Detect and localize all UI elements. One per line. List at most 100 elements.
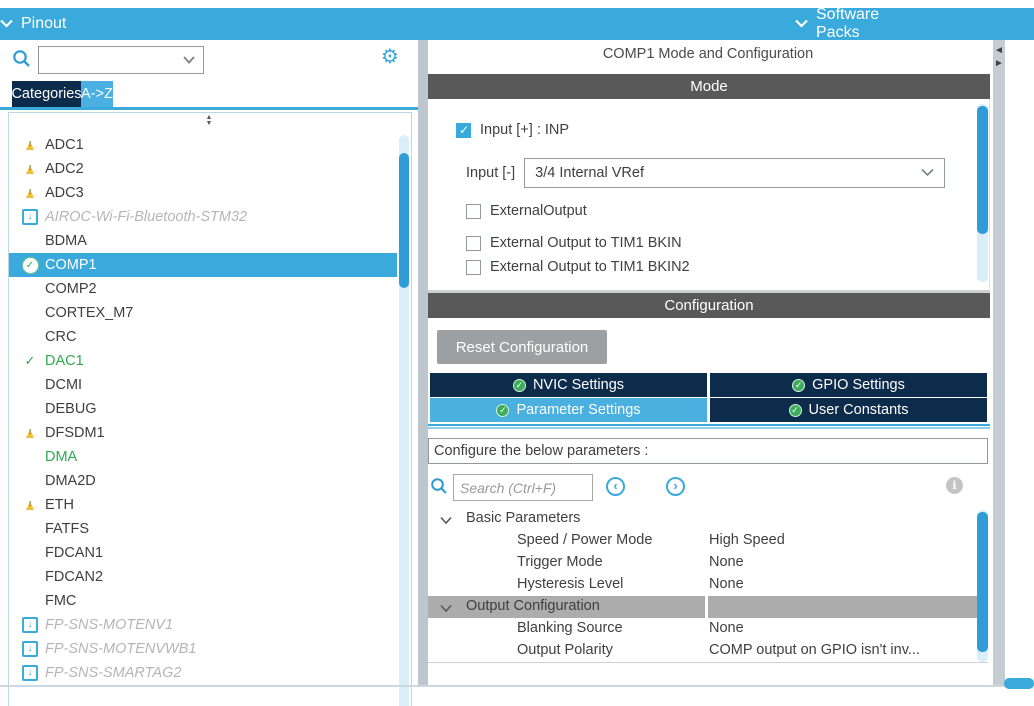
- list-item[interactable]: CORTEX_M7: [9, 301, 397, 325]
- list-item[interactable]: DFSDM1: [9, 421, 397, 445]
- collapse-left-icon[interactable]: ◄: [994, 44, 1004, 57]
- configuration-tab[interactable]: ✓ Parameter Settings: [430, 398, 707, 422]
- list-item-label: ADC1: [45, 137, 84, 153]
- horizontal-scrollbar-thumb[interactable]: [1004, 678, 1034, 689]
- sort-toggle-icon[interactable]: ▲▼: [199, 115, 219, 127]
- parameter-search-input[interactable]: [453, 474, 593, 501]
- list-item[interactable]: BDMA: [9, 229, 397, 253]
- parameter-row[interactable]: Trigger Mode None: [428, 552, 988, 574]
- list-item[interactable]: DMA: [9, 445, 397, 469]
- parameter-value[interactable]: None: [709, 554, 744, 570]
- info-icon[interactable]: i: [946, 477, 963, 494]
- mode-scrollbar-thumb[interactable]: [977, 106, 988, 234]
- mode-option-row[interactable]: External Output to TIM1 BKIN2: [466, 255, 989, 279]
- mode-option-row[interactable]: Input [+] : INP: [456, 115, 989, 145]
- list-item[interactable]: FDCAN2: [9, 565, 397, 589]
- panel-divider[interactable]: [418, 40, 428, 686]
- list-item[interactable]: DMA2D: [9, 469, 397, 493]
- list-item[interactable]: FDCAN1: [9, 541, 397, 565]
- download-icon: [19, 641, 41, 657]
- list-item-label: ADC3: [45, 185, 84, 201]
- list-item[interactable]: COMP2: [9, 277, 397, 301]
- list-item[interactable]: FP-SNS-MOTENVWB1: [9, 637, 397, 661]
- item-icon: [19, 281, 41, 297]
- list-item[interactable]: ADC2: [9, 157, 397, 181]
- gear-icon[interactable]: ⚙: [381, 45, 399, 67]
- warning-icon: [19, 497, 41, 513]
- list-item-label: COMP1: [45, 257, 97, 273]
- list-item[interactable]: COMP1: [9, 253, 397, 277]
- download-icon: [19, 209, 41, 225]
- panel-splitter[interactable]: ◄ ►: [993, 40, 1005, 686]
- parameter-label: Basic Parameters: [466, 510, 580, 526]
- checkbox[interactable]: [456, 123, 471, 138]
- left-tab[interactable]: A->Z: [81, 81, 113, 107]
- list-item[interactable]: FMC: [9, 589, 397, 613]
- parameter-row[interactable]: Speed / Power Mode High Speed: [428, 530, 988, 552]
- checkbox[interactable]: [466, 236, 481, 251]
- chevron-down-icon[interactable]: [440, 513, 452, 529]
- mode-section-header[interactable]: Mode: [428, 74, 990, 99]
- list-item[interactable]: ADC3: [9, 181, 397, 205]
- parameter-value[interactable]: High Speed: [709, 532, 785, 548]
- mode-option-row[interactable]: External Output to TIM1 BKIN: [466, 231, 989, 255]
- mode-option-label: External Output to TIM1 BKIN: [490, 235, 682, 251]
- parameter-value[interactable]: None: [709, 620, 744, 636]
- list-item-label: FDCAN1: [45, 545, 103, 561]
- parameter-value[interactable]: COMP output on GPIO isn't inv...: [709, 642, 920, 658]
- previous-match-button[interactable]: ‹: [606, 477, 625, 496]
- chevron-down-icon[interactable]: [440, 601, 452, 617]
- item-icon: [19, 545, 41, 561]
- list-item[interactable]: DAC1: [9, 349, 397, 373]
- check-icon: [19, 353, 41, 369]
- list-item[interactable]: AIROC-Wi-Fi-Bluetooth-STM32: [9, 205, 397, 229]
- list-item[interactable]: DCMI: [9, 373, 397, 397]
- checkbox[interactable]: [466, 204, 481, 219]
- list-item-label: AIROC-Wi-Fi-Bluetooth-STM32: [45, 209, 247, 225]
- list-item[interactable]: FATFS: [9, 517, 397, 541]
- mode-section-body: Input [+] : INP Input [-] 3/4 Internal V…: [428, 99, 990, 289]
- mode-option-row[interactable]: Input [-] 3/4 Internal VRef: [466, 161, 989, 185]
- peripheral-search-input[interactable]: [43, 48, 183, 72]
- list-item[interactable]: FP-SNS-SMARTAG2: [9, 661, 397, 685]
- list-scrollbar-thumb[interactable]: [399, 153, 409, 288]
- peripheral-search-combobox[interactable]: [38, 46, 204, 74]
- parameter-value[interactable]: None: [709, 576, 744, 592]
- checkbox[interactable]: [466, 260, 481, 275]
- chevron-down-icon[interactable]: [183, 51, 195, 69]
- list-item[interactable]: ADC1: [9, 133, 397, 157]
- check-badge-icon: ✓: [496, 404, 509, 417]
- chevron-down-icon: [0, 15, 13, 33]
- mode-option-row[interactable]: ExternalOutput: [466, 199, 989, 223]
- tree-scrollbar-thumb[interactable]: [977, 512, 988, 652]
- configuration-section-header[interactable]: Configuration: [428, 290, 990, 318]
- mode-configuration-panel: COMP1 Mode and Configuration Mode Input …: [428, 40, 993, 686]
- list-item[interactable]: ETH: [9, 493, 397, 517]
- search-icon: [12, 49, 31, 73]
- left-tab[interactable]: Categories: [12, 81, 81, 107]
- list-item-label: CRC: [45, 329, 76, 345]
- parameter-row[interactable]: Output Configuration: [428, 596, 988, 618]
- collapse-right-icon[interactable]: ►: [994, 57, 1004, 70]
- parameter-row[interactable]: Hysteresis Level None: [428, 574, 988, 596]
- configuration-tab[interactable]: ✓ User Constants: [710, 398, 987, 422]
- reset-configuration-button[interactable]: Reset Configuration: [437, 330, 607, 364]
- item-icon: [19, 377, 41, 393]
- parameter-row[interactable]: Basic Parameters: [428, 508, 988, 530]
- topbar-menu[interactable]: Pinout: [0, 8, 66, 40]
- select-value: 3/4 Internal VRef: [535, 165, 644, 181]
- input-minus-select[interactable]: 3/4 Internal VRef: [524, 158, 945, 188]
- parameter-row[interactable]: Output Polarity COMP output on GPIO isn'…: [428, 640, 988, 662]
- list-item[interactable]: DEBUG: [9, 397, 397, 421]
- topbar-menu[interactable]: Software Packs: [795, 8, 920, 40]
- list-item[interactable]: CRC: [9, 325, 397, 349]
- panel-title: COMP1 Mode and Configuration: [428, 46, 988, 62]
- item-icon: [19, 521, 41, 537]
- parameter-row[interactable]: Blanking Source None: [428, 618, 988, 640]
- next-match-button[interactable]: ›: [666, 477, 685, 496]
- list-item[interactable]: FP-SNS-MOTENV1: [9, 613, 397, 637]
- configuration-tab[interactable]: ✓ NVIC Settings: [430, 373, 707, 397]
- configuration-tab[interactable]: ✓ GPIO Settings: [710, 373, 987, 397]
- mode-option-label: Input [+] : INP: [480, 122, 569, 138]
- topbar-menu-label: Pinout: [21, 15, 66, 33]
